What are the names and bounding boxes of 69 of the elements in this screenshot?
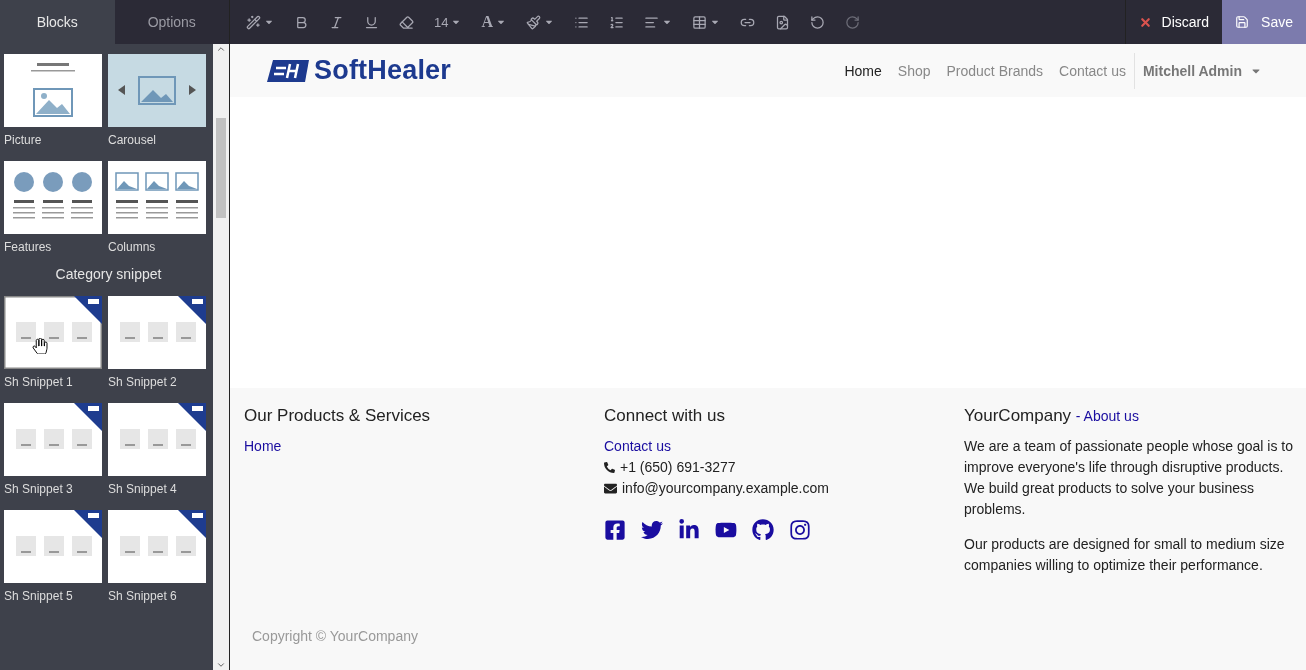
block-label: Sh Snippet 4 [108,482,178,496]
footer-heading: YourCompany - About us [964,406,1139,426]
scrollbar-thumb[interactable] [216,118,226,218]
redo-icon [845,14,861,30]
about-paragraph: We are a team of passionate people whose goal is to improve everyone's life through disruptive products. We build great products to solve your business problems. [964,437,1294,519]
instagram-icon[interactable] [789,519,811,541]
table-icon [692,14,708,30]
bold-icon [294,14,309,30]
nav-link[interactable]: Product Brands [938,62,1051,79]
block-label: Carousel [108,133,158,147]
block-label: Sh Snippet 6 [108,589,178,603]
footer-link[interactable]: Home [244,436,282,457]
about-link[interactable]: - About us [1075,408,1139,424]
scroll-down-icon [216,660,226,670]
twitter-icon[interactable] [641,519,663,541]
bullet-list-icon [574,14,590,30]
linkedin-icon[interactable] [678,519,700,541]
features-block-thumbnail[interactable] [4,161,102,234]
columns-block-thumbnail[interactable] [108,161,206,234]
numbered-list-icon [609,14,625,30]
category-heading: Category snippet [54,266,163,282]
footer-link[interactable]: Contact us [604,436,671,457]
scroll-up-icon [216,44,226,54]
font-color-tool-button[interactable]: A [479,11,509,33]
footer-heading: Our Products & Services [244,406,431,426]
github-icon[interactable] [752,519,774,541]
phone-number: +1 (650) 691-3277 [604,457,736,478]
carousel-block-thumbnail[interactable] [108,54,206,127]
snippet-block-thumbnail[interactable] [108,403,206,476]
block-label: Features [4,240,53,254]
nav-link[interactable]: Home [836,62,890,79]
brand-name: SoftHealer [314,55,452,86]
picture-block-thumbnail[interactable] [4,54,102,127]
email-address: info@yourcompany.example.com [604,478,829,499]
save-button[interactable]: Save [1222,0,1306,44]
block-label: Sh Snippet 2 [108,375,178,389]
snippet-block-thumbnail[interactable] [108,296,206,369]
block-label: Sh Snippet 5 [4,589,74,603]
nav-link[interactable]: Contact us [1051,62,1134,79]
block-label: Columns [108,240,157,254]
copyright-text: Copyright © YourCompany [251,628,419,644]
facebook-icon[interactable] [604,519,626,541]
block-label: Picture [4,133,43,147]
undo-icon [810,14,826,30]
block-label: Sh Snippet 3 [4,482,74,496]
about-paragraph: Our products are designed for small to medium size companies willing to optimize their performance. [964,535,1286,575]
nav-link[interactable]: Shop [889,62,939,79]
scrollbar[interactable] [213,44,229,670]
magic-wand-icon [246,14,261,30]
hand-cursor-icon [32,338,48,354]
paintbrush-icon [526,14,542,30]
snippet-block-thumbnail[interactable] [108,510,206,583]
phone-icon [604,462,615,473]
align-left-icon [644,14,660,30]
snippet-block-thumbnail[interactable] [4,403,102,476]
logo-icon [267,59,309,82]
image-file-icon [775,14,791,30]
envelope-icon [604,482,617,495]
footer-heading: Connect with us [604,406,725,426]
close-icon [1138,15,1152,29]
snippet-block-thumbnail[interactable] [4,510,102,583]
underline-icon [364,14,379,30]
user-menu[interactable]: Mitchell Admin [1133,52,1270,89]
eraser-icon [399,14,414,30]
snippet-block-thumbnail[interactable] [4,296,102,369]
size-tool-button[interactable]: 14 [432,12,464,32]
sidebar-tab[interactable]: Blocks [0,0,115,44]
italic-icon [329,14,344,30]
block-label: Sh Snippet 1 [4,375,74,389]
